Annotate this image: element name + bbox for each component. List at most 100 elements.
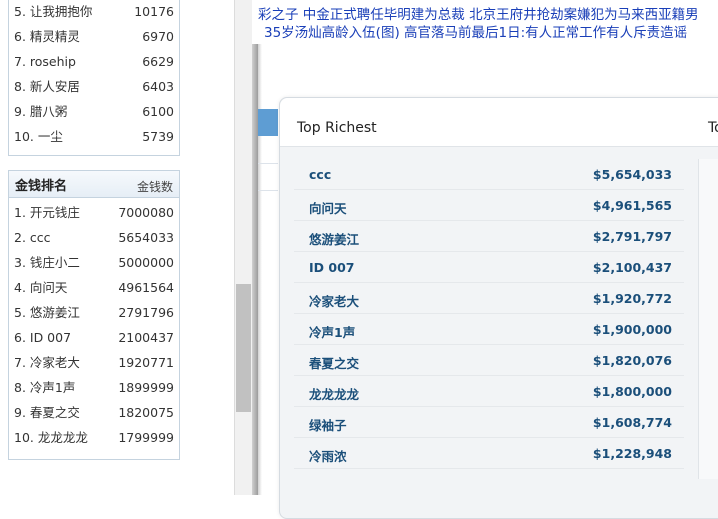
richest-table: ccc $5,654,033 向问天 $4,961,565 悠游姜江 $2,79…	[294, 159, 684, 469]
rank-value: 6629	[142, 54, 174, 69]
rank-name[interactable]: 8. 新人安居	[14, 74, 80, 99]
player-amount: $1,800,000	[592, 384, 672, 399]
table-row[interactable]: 冷家老大 $1,920,772	[294, 283, 684, 314]
player-name[interactable]: 龙龙龙龙	[309, 384, 359, 403]
money-ranking-list: 1. 开元钱庄 7000080 2. ccc 5654033 3. 钱庄小二 5…	[9, 200, 179, 450]
divider	[258, 190, 278, 191]
rank-name[interactable]: 10. 龙龙龙龙	[14, 425, 88, 450]
list-item[interactable]: 1. 开元钱庄 7000080	[9, 200, 179, 225]
player-name[interactable]: 绿袖子	[309, 415, 347, 434]
rank-value: 6100	[142, 104, 174, 119]
table-row[interactable]: 冷雨浓 $1,228,948	[294, 438, 684, 469]
rank-value: 1799999	[118, 430, 174, 445]
scrollbar-thumb[interactable]	[236, 284, 251, 412]
player-amount: $2,100,437	[592, 260, 672, 275]
news-link-line-1[interactable]: 彩之子 中金正式聘任毕明建为总裁 北京王府井抢劫案嫌犯为马来西亚籍男	[258, 3, 699, 23]
list-item[interactable]: 9. 春夏之交 1820075	[9, 400, 179, 425]
money-ranking-panel: 金钱排名 金钱数 1. 开元钱庄 7000080 2. ccc 5654033 …	[8, 170, 180, 460]
player-name[interactable]: 冷声1声	[309, 322, 355, 341]
rank-value: 5654033	[118, 230, 174, 245]
rank-value: 1820075	[118, 405, 174, 420]
list-item[interactable]: 7. rosehip 6629	[9, 49, 179, 74]
player-name[interactable]: 悠游姜江	[309, 229, 359, 248]
player-name[interactable]: ccc	[309, 167, 331, 182]
rank-value: 1920771	[118, 355, 174, 370]
player-name[interactable]: ID 007	[309, 260, 354, 275]
player-amount: $1,900,000	[592, 322, 672, 337]
list-item[interactable]: 10. 一尘 5739	[9, 124, 179, 149]
rank-value: 2791796	[118, 305, 174, 320]
rank-value: 10176	[134, 4, 174, 19]
rank-name[interactable]: 6. 精灵精灵	[14, 24, 80, 49]
ranking-list-top: 5. 让我拥抱你 10176 6. 精灵精灵 6970 7. rosehip 6…	[9, 0, 179, 149]
player-name[interactable]: 春夏之交	[309, 353, 359, 372]
list-item[interactable]: 3. 钱庄小二 5000000	[9, 250, 179, 275]
rank-name[interactable]: 9. 春夏之交	[14, 400, 80, 425]
background-tab[interactable]	[258, 109, 278, 136]
list-item[interactable]: 4. 向问天 4961564	[9, 275, 179, 300]
money-ranking-header: 金钱排名 金钱数	[9, 171, 179, 198]
top-richest-card: Top Richest To ccc $5,654,033 向问天 $4,961…	[279, 97, 718, 519]
list-item[interactable]: 6. ID 007 2100437	[9, 325, 179, 350]
rank-name[interactable]: 7. rosehip	[14, 49, 76, 74]
rank-name[interactable]: 3. 钱庄小二	[14, 250, 80, 275]
player-amount: $1,920,772	[592, 291, 672, 306]
rank-value: 2100437	[118, 330, 174, 345]
rank-name[interactable]: 10. 一尘	[14, 124, 63, 149]
table-row[interactable]: ccc $5,654,033	[294, 159, 684, 190]
rank-name[interactable]: 6. ID 007	[14, 325, 71, 350]
table-row[interactable]: 绿袖子 $1,608,774	[294, 407, 684, 438]
table-row[interactable]: ID 007 $2,100,437	[294, 252, 684, 283]
player-name[interactable]: 冷家老大	[309, 291, 359, 310]
rank-name[interactable]: 2. ccc	[14, 225, 51, 250]
rank-name[interactable]: 4. 向问天	[14, 275, 67, 300]
rank-value: 6403	[142, 79, 174, 94]
rank-value: 6970	[142, 29, 174, 44]
divider	[258, 163, 278, 164]
rank-name[interactable]: 5. 让我拥抱你	[14, 0, 92, 24]
table-row[interactable]: 春夏之交 $1,820,076	[294, 345, 684, 376]
list-item[interactable]: 8. 冷声1声 1899999	[9, 375, 179, 400]
list-item[interactable]: 5. 让我拥抱你 10176	[9, 0, 179, 24]
list-item[interactable]: 8. 新人安居 6403	[9, 74, 179, 99]
table-row[interactable]: 悠游姜江 $2,791,797	[294, 221, 684, 252]
rank-value: 5739	[142, 129, 174, 144]
ranking-panel-top: 5. 让我拥抱你 10176 6. 精灵精灵 6970 7. rosehip 6…	[8, 0, 180, 156]
player-amount: $1,228,948	[592, 446, 672, 461]
list-item[interactable]: 5. 悠游姜江 2791796	[9, 300, 179, 325]
player-amount: $1,820,076	[592, 353, 672, 368]
money-ranking-title: 金钱排名	[15, 179, 68, 194]
vertical-scrollbar[interactable]	[234, 0, 252, 495]
rank-value: 1899999	[118, 380, 174, 395]
table-row[interactable]: 向问天 $4,961,565	[294, 190, 684, 221]
table-row[interactable]: 冷声1声 $1,900,000	[294, 314, 684, 345]
rank-name[interactable]: 1. 开元钱庄	[14, 200, 80, 225]
news-ticker: 彩之子 中金正式聘任毕明建为总裁 北京王府井抢劫案嫌犯为马来西亚籍男 35岁汤灿…	[252, 0, 718, 44]
player-amount: $1,608,774	[592, 415, 672, 430]
player-name[interactable]: 向问天	[309, 198, 347, 217]
player-name[interactable]: 冷雨浓	[309, 446, 347, 465]
rank-value: 5000000	[118, 255, 174, 270]
list-item[interactable]: 10. 龙龙龙龙 1799999	[9, 425, 179, 450]
rank-name[interactable]: 7. 冷家老大	[14, 350, 80, 375]
money-column-header: 金钱数	[136, 180, 173, 194]
left-sidebar: 5. 让我拥抱你 10176 6. 精灵精灵 6970 7. rosehip 6…	[0, 0, 234, 495]
card-title-second: To	[708, 120, 718, 136]
rank-value: 4961564	[118, 280, 174, 295]
rank-name[interactable]: 8. 冷声1声	[14, 375, 75, 400]
rank-name[interactable]: 5. 悠游姜江	[14, 300, 80, 325]
list-item[interactable]: 2. ccc 5654033	[9, 225, 179, 250]
list-item[interactable]: 9. 腊八粥 6100	[9, 99, 179, 124]
player-amount: $2,791,797	[592, 229, 672, 244]
table-row[interactable]: 龙龙龙龙 $1,800,000	[294, 376, 684, 407]
news-link-line-2[interactable]: 35岁汤灿高龄入伍(图) 高官落马前最后1日:有人正常工作有人斥责造谣	[264, 21, 687, 41]
player-amount: $5,654,033	[592, 167, 672, 182]
player-amount: $4,961,565	[592, 198, 672, 213]
rank-value: 7000080	[118, 205, 174, 220]
list-item[interactable]: 7. 冷家老大 1920771	[9, 350, 179, 375]
card-title: Top Richest	[297, 120, 377, 136]
adjacent-table-edge	[698, 159, 718, 479]
rank-name[interactable]: 9. 腊八粥	[14, 99, 67, 124]
window-frame-shadow	[258, 0, 262, 495]
list-item[interactable]: 6. 精灵精灵 6970	[9, 24, 179, 49]
